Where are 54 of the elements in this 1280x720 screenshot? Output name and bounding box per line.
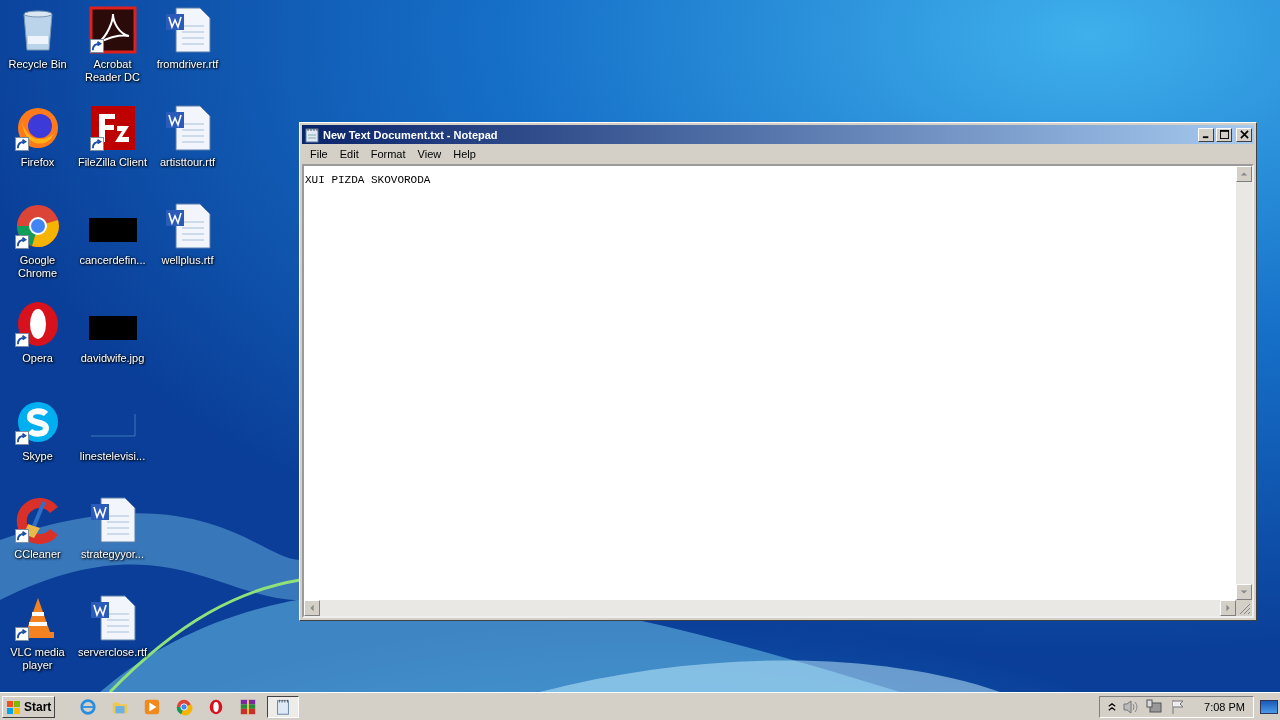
start-button[interactable]: Start (2, 695, 56, 718)
chrome-icon (175, 697, 194, 716)
icon-label: CCleaner (13, 548, 62, 561)
icon-label: linestelevisi... (78, 450, 147, 463)
icon-label: davidwife.jpg (79, 352, 146, 365)
windows-logo-icon (6, 698, 22, 715)
word-icon[interactable] (163, 104, 212, 152)
show-hidden-icons-icon[interactable] (1108, 701, 1117, 712)
acrobat-icon[interactable] (88, 6, 137, 54)
document-text: XUI PIZDA SKOVORODA (305, 174, 431, 186)
menu-item[interactable]: View (411, 148, 448, 160)
icon-label: wellplus.rtf (160, 254, 215, 267)
winrar-icon (239, 697, 258, 716)
scroll-right-icon[interactable] (1220, 600, 1236, 616)
word-icon[interactable] (88, 594, 137, 642)
scroll-left-icon[interactable] (304, 600, 320, 616)
icon-label: strategyyor... (80, 548, 145, 561)
icon-label: cancerdefin... (78, 254, 147, 267)
maximize-icon (1219, 130, 1229, 139)
icon-label: VLC media player (9, 646, 66, 672)
vertical-scrollbar[interactable] (1236, 166, 1252, 600)
icon-label: fromdriver.rtf (155, 58, 220, 71)
icon-label: Skype (21, 450, 54, 463)
maximize-button[interactable] (1216, 127, 1232, 142)
word-icon[interactable] (88, 496, 137, 544)
icon-label: FileZilla Client (76, 156, 149, 169)
resize-grip-icon[interactable] (1236, 600, 1252, 616)
icon-label: Firefox (19, 156, 56, 169)
icon-label: artisttour.rtf (159, 156, 216, 169)
icon-label: Google Chrome (16, 254, 59, 280)
close-button[interactable] (1236, 127, 1252, 142)
ie-icon (79, 697, 98, 716)
word-icon[interactable] (163, 6, 212, 54)
window-title: New Text Document.txt - Notepad (323, 128, 498, 141)
scroll-up-icon[interactable] (1236, 166, 1252, 182)
network-icon[interactable] (1146, 698, 1165, 715)
minimize-button[interactable] (1198, 127, 1214, 142)
close-icon (1239, 130, 1249, 139)
menu-item[interactable]: Format (364, 148, 412, 160)
clock[interactable]: 7:08 PM (1204, 700, 1245, 713)
icon-label: serverclose.rtf (76, 646, 149, 659)
icon-label: Acrobat Reader DC (84, 58, 141, 84)
scroll-down-icon[interactable] (1236, 584, 1252, 600)
menu-item[interactable]: Help (447, 148, 482, 160)
icon-label: Opera (21, 352, 54, 365)
show-desktop-button[interactable] (1260, 699, 1278, 714)
menu-item[interactable]: Edit (333, 148, 365, 160)
menu-item[interactable]: File (304, 148, 334, 160)
notepad-taskbar-button[interactable] (267, 695, 300, 718)
word-icon[interactable] (163, 202, 212, 250)
icon-label: Recycle Bin (7, 58, 68, 71)
horizontal-scrollbar[interactable] (304, 600, 1236, 616)
media-icon (143, 697, 162, 716)
notepad-icon (304, 126, 320, 143)
